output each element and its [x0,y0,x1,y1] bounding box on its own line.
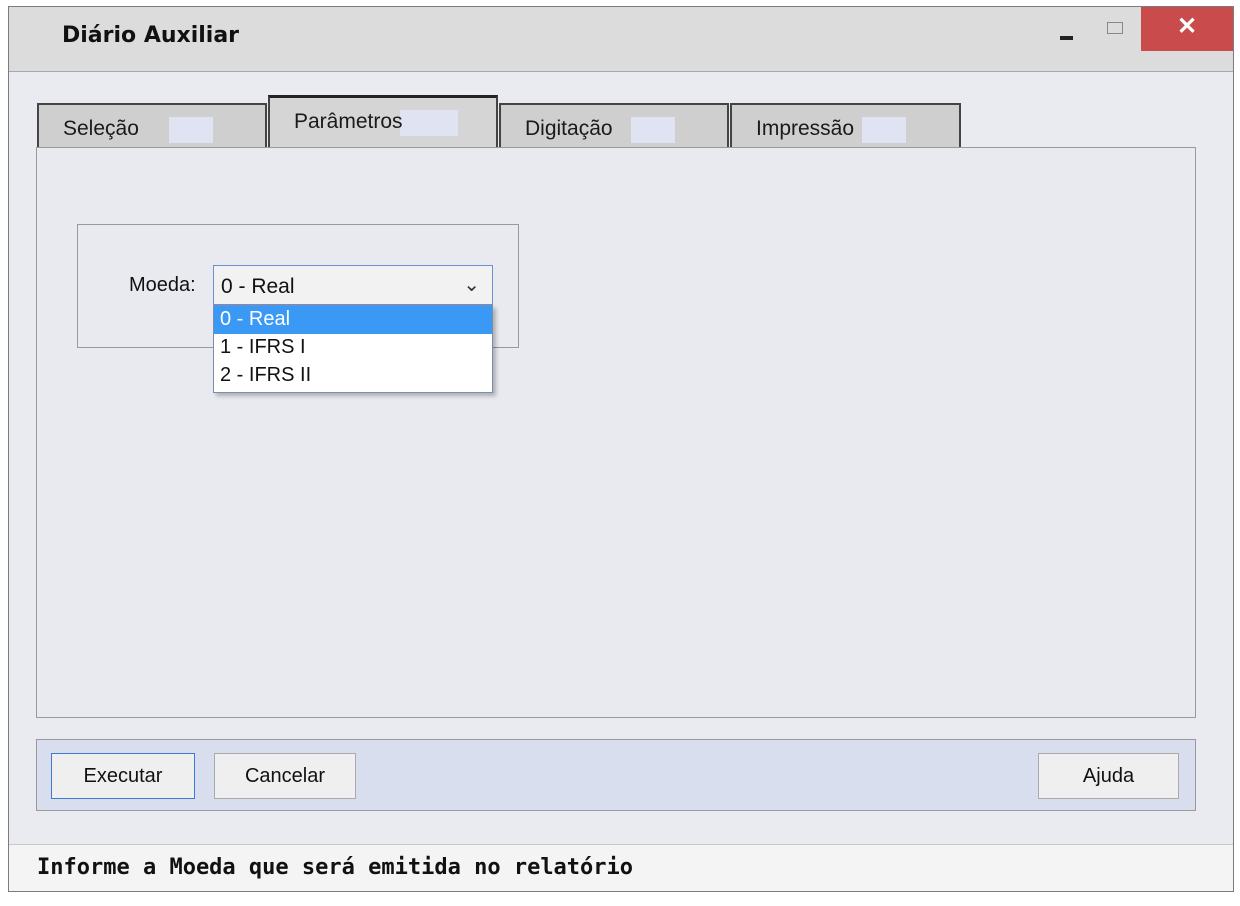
tab-label: Seleção [63,117,139,140]
tab-highlight [400,110,458,136]
maximize-icon [1107,22,1123,34]
cancelar-button[interactable]: Cancelar [214,753,356,799]
tab-impressao[interactable]: Impressão [730,103,961,153]
tab-highlight [169,117,213,143]
window-title: Diário Auxiliar [62,23,240,48]
option-label: 1 - IFRS I [220,336,306,358]
chevron-down-icon[interactable]: ⌄ [463,272,480,297]
executar-button[interactable]: Executar [51,753,195,799]
tab-label: Digitação [525,117,613,140]
minimize-icon [1060,36,1073,40]
moeda-select[interactable]: 0 - Real ⌄ [213,265,493,305]
tab-parametros[interactable]: Parâmetros [268,95,498,153]
moeda-option-real[interactable]: 0 - Real [214,306,492,334]
moeda-dropdown-list: 0 - Real 1 - IFRS I 2 - IFRS II [213,305,493,393]
close-icon: ✕ [1176,13,1198,40]
maximize-button[interactable] [1099,7,1133,47]
tab-label: Impressão [756,117,855,140]
status-bar: Informe a Moeda que será emitida no rela… [9,844,1233,891]
option-label: 0 - Real [220,308,291,330]
title-bar[interactable]: Diário Auxiliar ✕ [9,7,1233,72]
close-button[interactable]: ✕ [1141,7,1233,51]
moeda-selected-value: 0 - Real [221,275,295,298]
option-label: 2 - IFRS II [220,364,312,386]
moeda-option-ifrs-ii[interactable]: 2 - IFRS II [214,362,492,390]
status-message: Informe a Moeda que será emitida no rela… [37,855,634,880]
tab-label: Parâmetros [294,110,403,133]
button-bar: Executar Cancelar Ajuda [36,739,1196,811]
tab-highlight [862,117,906,143]
minimize-button[interactable] [1049,7,1083,47]
tab-selecao[interactable]: Seleção [37,103,267,153]
diario-auxiliar-window: Diário Auxiliar ✕ Seleção Parâmetros Dig… [8,6,1234,892]
moeda-option-ifrs-i[interactable]: 1 - IFRS I [214,334,492,362]
ajuda-button[interactable]: Ajuda [1038,753,1179,799]
tab-digitacao[interactable]: Digitação [499,103,729,153]
tab-highlight [631,117,675,143]
parametros-panel: Moeda: 0 - Real ⌄ 0 - Real 1 - IFRS I 2 … [36,147,1196,718]
moeda-label: Moeda: [129,274,196,296]
